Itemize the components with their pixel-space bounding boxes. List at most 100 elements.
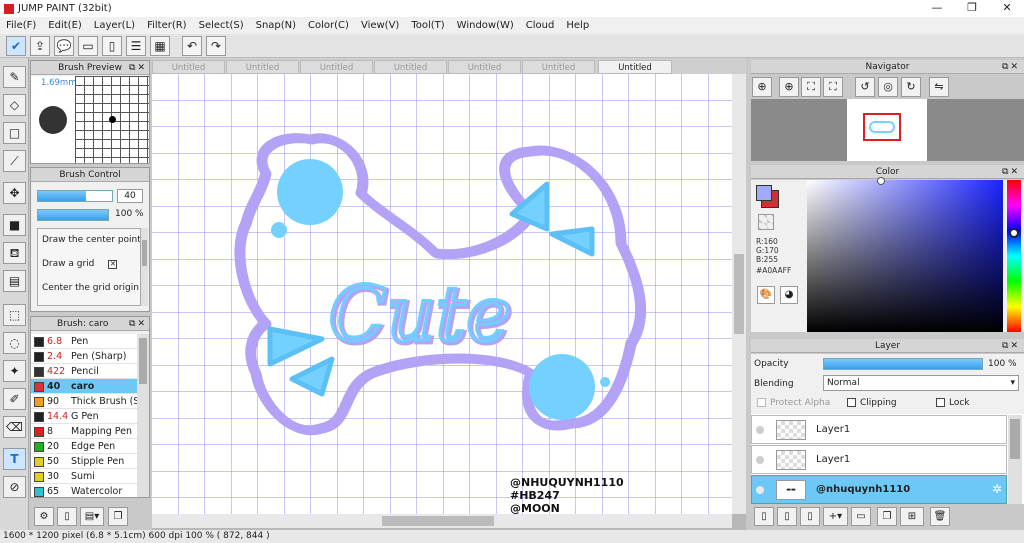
menu-select[interactable]: Select(S) — [193, 20, 250, 31]
brush-options-scrollbar[interactable] — [141, 228, 148, 306]
tab-untitled-6[interactable]: Untitled — [522, 60, 595, 74]
brush-list-item[interactable]: 20 Edge Pen — [31, 439, 137, 454]
fill-rect-tool-icon[interactable]: ■ — [3, 214, 26, 236]
menu-file[interactable]: File(F) — [0, 20, 42, 31]
grid-settings-icon[interactable]: ▦ — [150, 36, 170, 56]
brush-list-item[interactable]: 90 Thick Brush (Sumi) — [31, 394, 137, 409]
new-brush-icon[interactable]: ▯ — [57, 507, 77, 526]
layer-visibility-icon[interactable] — [756, 486, 764, 494]
menu-view[interactable]: View(V) — [355, 20, 405, 31]
canvas-horizontal-scrollbar[interactable] — [152, 514, 732, 528]
tab-untitled-5[interactable]: Untitled — [448, 60, 521, 74]
option-draw-center-point[interactable]: Draw the center point — [42, 235, 140, 245]
navigator-view[interactable] — [751, 99, 1024, 161]
move-tool-icon[interactable]: ✥ — [3, 182, 26, 204]
merge-layer-icon[interactable]: ⊞ — [900, 507, 924, 526]
select-eraser-icon[interactable]: ⌫ — [3, 416, 26, 438]
menu-color[interactable]: Color(C) — [302, 20, 355, 31]
menu-filter[interactable]: Filter(R) — [141, 20, 193, 31]
new-layer-icon[interactable]: ▯ — [754, 507, 774, 526]
brush-list-item[interactable]: 6.8 Pen — [31, 334, 137, 349]
brush-settings-icon[interactable]: ⚙ — [34, 507, 54, 526]
brush-list-item[interactable]: 2.4 Pen (Sharp) — [31, 349, 137, 364]
magic-wand-icon[interactable]: ✦ — [3, 360, 26, 382]
menu-help[interactable]: Help — [560, 20, 595, 31]
menu-cloud[interactable]: Cloud — [520, 20, 561, 31]
brush-copy-icon[interactable]: ❐ — [108, 507, 128, 526]
brush-list-item[interactable]: 40caro✲ — [31, 379, 137, 394]
maximize-button[interactable]: ❐ — [955, 0, 989, 17]
brush-list-item[interactable]: 65 Watercolor — [31, 484, 137, 497]
layer-list-scrollbar[interactable] — [1008, 415, 1022, 504]
color-set-icon[interactable]: ◕ — [780, 286, 798, 304]
export-icon[interactable]: ⇪ — [30, 36, 50, 56]
menu-window[interactable]: Window(W) — [451, 20, 520, 31]
option-draw-grid[interactable]: Draw a grid ✕ — [42, 259, 118, 269]
bucket-tool-icon[interactable]: ⛾ — [3, 242, 26, 264]
panel-float-close-icons[interactable]: ⧉✕ — [1002, 60, 1020, 74]
menu-layer[interactable]: Layer(L) — [88, 20, 141, 31]
minimize-button[interactable]: — — [920, 0, 954, 17]
clipping-option[interactable]: Clipping — [847, 398, 897, 408]
saturation-value-picker[interactable] — [807, 177, 1003, 332]
brush-list-item[interactable]: 8 Mapping Pen — [31, 424, 137, 439]
actual-size-icon[interactable]: ⛶ — [823, 77, 843, 97]
undo-icon[interactable]: ↶ — [182, 36, 202, 56]
redo-icon[interactable]: ↷ — [206, 36, 226, 56]
speech-bubble-icon[interactable]: ▭ — [78, 36, 98, 56]
layer-row-selected[interactable]: ▬▬ @nhuquynh1110 ✲ — [751, 475, 1007, 504]
line-tool-icon[interactable]: ⟋ — [3, 150, 26, 172]
brush-menu-icon[interactable]: ▤▾ — [80, 507, 104, 526]
layer-visibility-icon[interactable] — [756, 426, 764, 434]
panel-float-close-icons[interactable]: ⧉✕ — [129, 61, 147, 75]
panel-float-close-icons[interactable]: ⧉✕ — [1002, 165, 1020, 179]
brush-list-item[interactable]: 30 Sumi — [31, 469, 137, 484]
rotate-right-icon[interactable]: ↻ — [901, 77, 921, 97]
layer-visibility-icon[interactable] — [756, 456, 764, 464]
tab-untitled-4[interactable]: Untitled — [374, 60, 447, 74]
palette-icon[interactable]: 🎨 — [757, 286, 775, 304]
brush-list-item[interactable]: 422 Pencil — [31, 364, 137, 379]
lock-checkbox[interactable] — [936, 398, 945, 407]
comment-icon[interactable]: 💬 — [54, 36, 74, 56]
transparent-color-swatch[interactable] — [758, 214, 774, 230]
brush-opacity-slider[interactable] — [37, 209, 109, 221]
new-layer-1bit-icon[interactable]: ▯ — [800, 507, 820, 526]
close-button[interactable]: ✕ — [990, 0, 1024, 17]
eraser-tool-icon[interactable]: ◇ — [3, 94, 26, 116]
blending-select[interactable]: Normal ▾ — [823, 375, 1019, 391]
fit-window-icon[interactable]: ⛶ — [801, 77, 821, 97]
hue-slider[interactable] — [1007, 180, 1021, 332]
text-tool-icon[interactable]: T — [3, 448, 26, 470]
delete-layer-icon[interactable]: 🗑 — [930, 507, 950, 526]
tab-untitled-1[interactable]: Untitled — [152, 60, 225, 74]
tab-untitled-active[interactable]: Untitled — [598, 60, 672, 74]
lasso-icon[interactable]: ◌ — [3, 332, 26, 354]
navigator-viewport-rect[interactable] — [863, 113, 901, 141]
panel-float-close-icons[interactable]: ⧉✕ — [1002, 339, 1020, 353]
zoom-in-icon[interactable]: ⊕ — [779, 77, 799, 97]
new-folder-icon[interactable]: ▭ — [851, 507, 871, 526]
gradient-tool-icon[interactable]: ▤ — [3, 270, 26, 292]
brush-list-item[interactable]: 50 Stipple Pen — [31, 454, 137, 469]
clipping-checkbox[interactable] — [847, 398, 856, 407]
brush-size-slider[interactable] — [37, 190, 113, 202]
tab-untitled-3[interactable]: Untitled — [300, 60, 373, 74]
option-center-grid-origin[interactable]: Center the grid origin — [42, 283, 139, 293]
layer-row[interactable]: Layer1 — [751, 445, 1007, 474]
rotate-reset-icon[interactable]: ◎ — [878, 77, 898, 97]
canvas-vertical-scrollbar[interactable] — [732, 74, 746, 514]
panel-float-close-icons[interactable]: ⧉✕ — [129, 317, 147, 331]
add-layer-menu-icon[interactable]: +▾ — [823, 507, 848, 526]
draw-grid-checkbox[interactable]: ✕ — [108, 260, 118, 269]
brush-size-field[interactable]: 40 — [117, 189, 143, 203]
select-pen-icon[interactable]: ✐ — [3, 388, 26, 410]
layer-settings-icon[interactable]: ✲ — [992, 482, 1002, 496]
flip-icon[interactable]: ⇋ — [929, 77, 949, 97]
rect-tool-icon[interactable]: □ — [3, 122, 26, 144]
page-icon[interactable]: ▯ — [102, 36, 122, 56]
brush-list-scrollbar[interactable] — [137, 334, 149, 497]
protect-alpha-option[interactable]: Protect Alpha — [757, 398, 830, 408]
brush-tool-icon[interactable]: ✎ — [3, 66, 26, 88]
drawing-canvas[interactable]: Cute Cute @NHUQUYNH1110 #HB247 @MOON — [152, 74, 732, 514]
